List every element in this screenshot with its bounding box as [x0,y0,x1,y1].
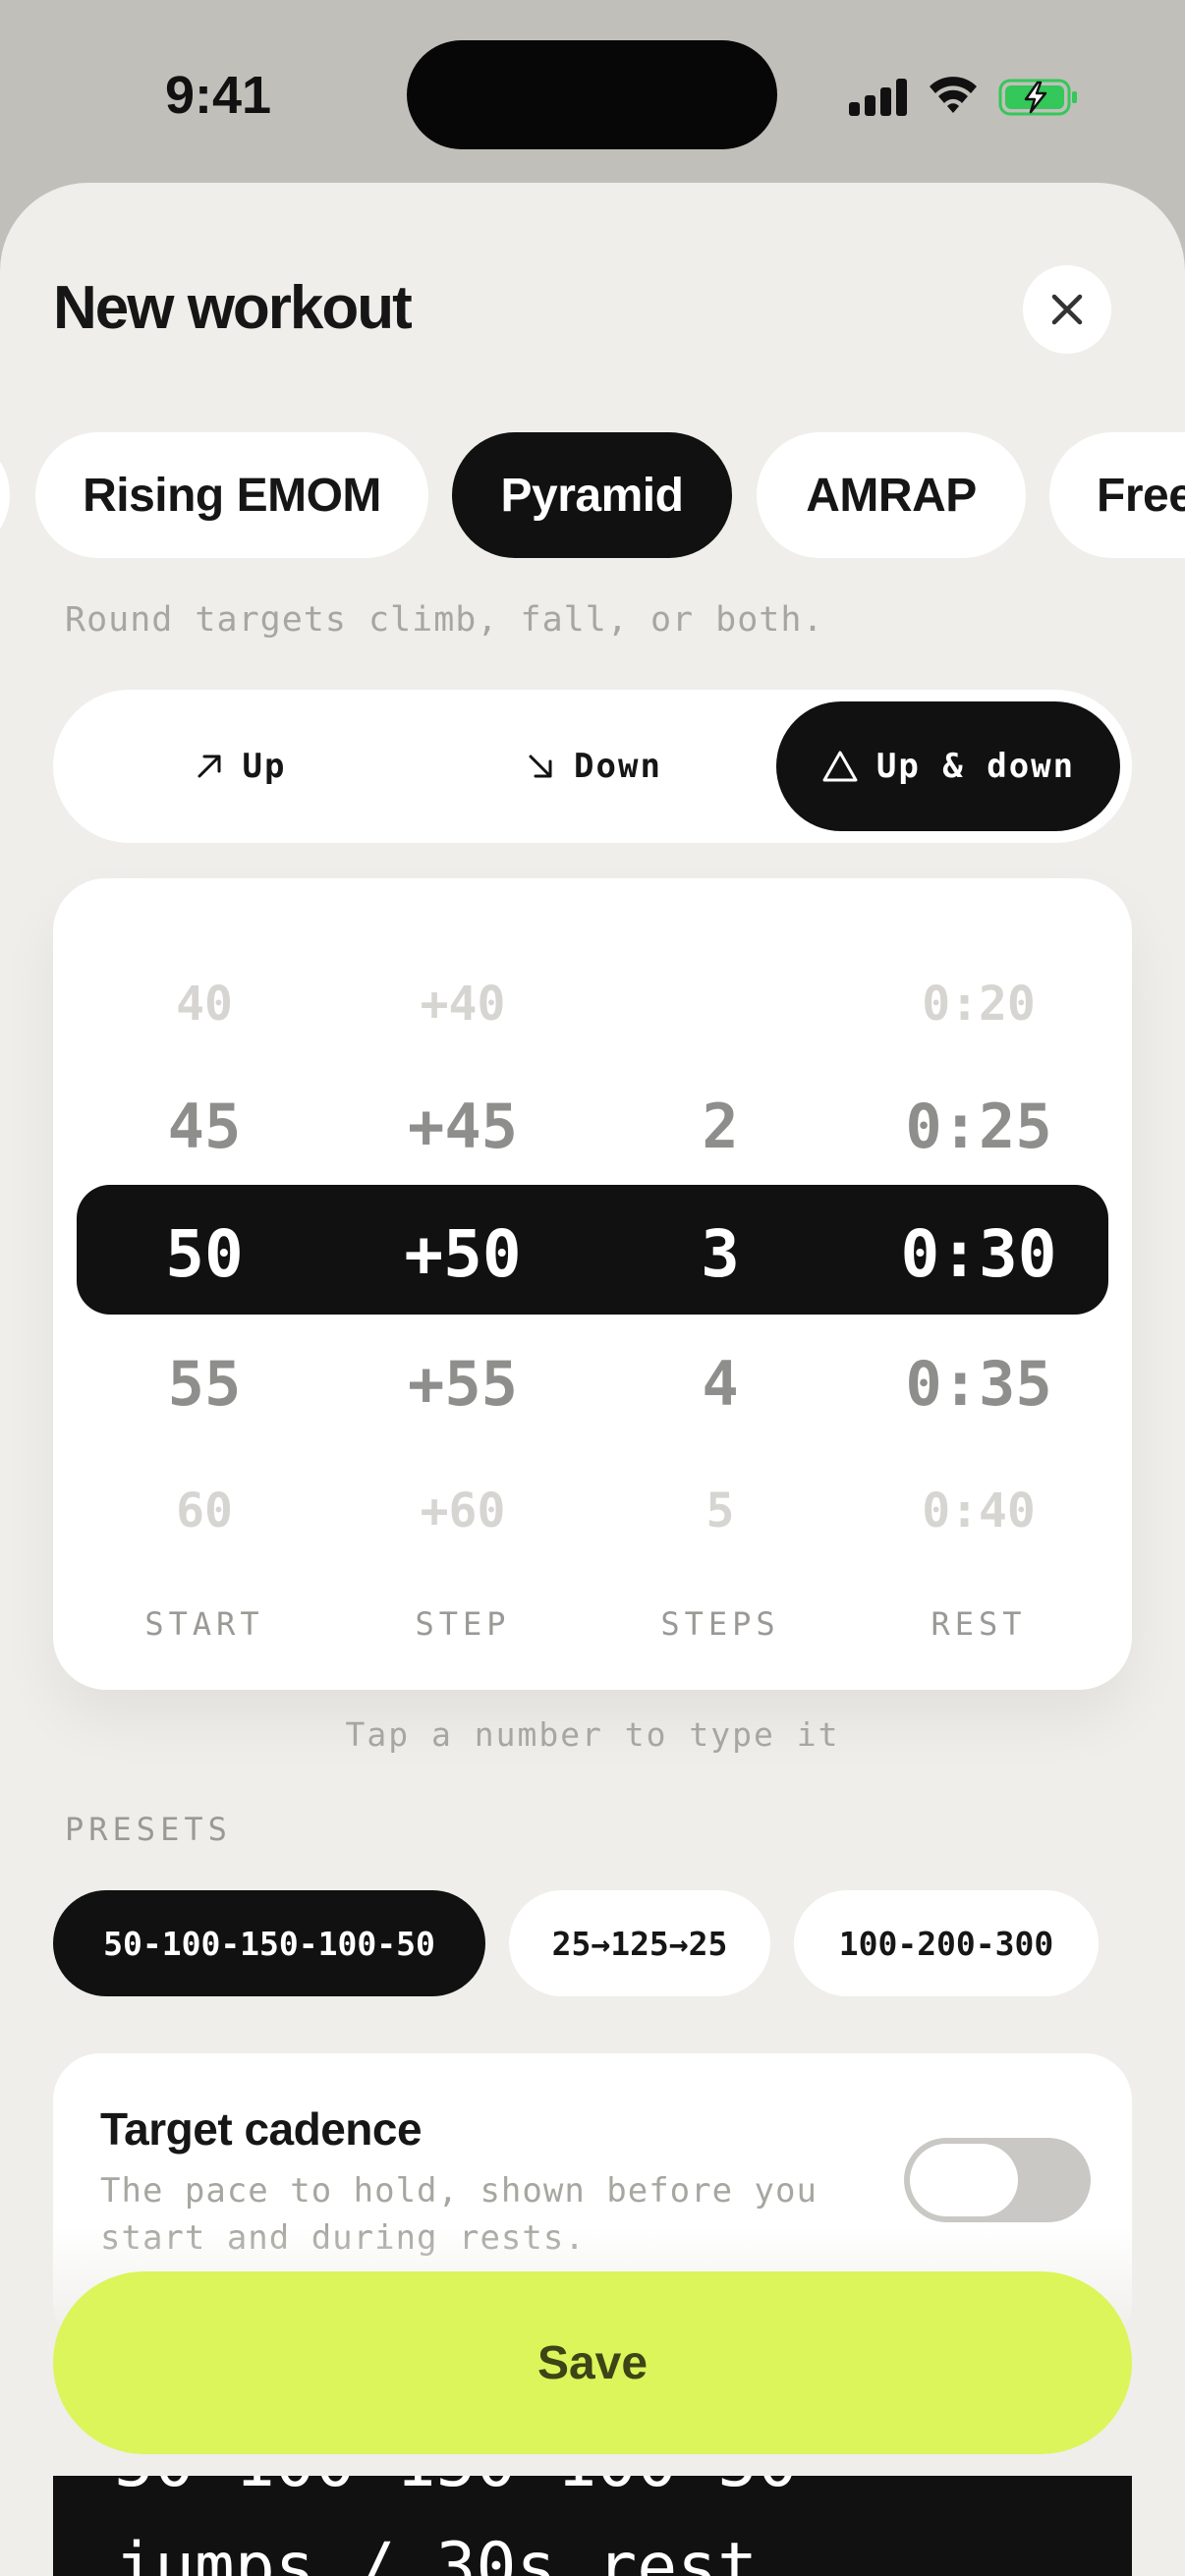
picker-label-start: START [144,1605,264,1643]
presets-label: PRESETS [65,1811,232,1848]
picker-value[interactable]: +60 [350,1484,576,1539]
type-chip-free[interactable]: Free [1049,432,1185,558]
save-button[interactable]: Save [53,2271,1132,2454]
close-button[interactable] [1023,265,1111,354]
wifi-icon [930,77,977,113]
arrow-up-right-icon [198,755,221,778]
new-workout-sheet: New workout Rising EMOM Pyramid AMRAP Fr… [0,183,1185,2576]
battery-charging-icon [998,79,1077,116]
workout-preview: 50-100-150-100-50 jumps / 30s rest [53,2476,1132,2576]
picker-value[interactable]: 0:25 [866,1096,1092,1157]
preset-chip-50-100-150[interactable]: 50-100-150-100-50 [53,1890,485,1996]
picker-value[interactable]: 45 [91,1096,317,1157]
type-chip-amrap[interactable]: AMRAP [757,432,1026,558]
type-chip-pyramid[interactable]: Pyramid [452,432,732,558]
picker-column-rest[interactable]: 0:20 0:25 0:30 0:35 0:40 REST [866,878,1092,1690]
picker-column-steps[interactable]: 2 3 4 5 STEPS [607,878,833,1690]
picker-value[interactable]: 0:35 [866,1354,1092,1415]
direction-down-label: Down [574,747,662,786]
direction-up-down-label: Up & down [875,747,1076,786]
picker-value-selected[interactable]: 0:30 [866,1222,1092,1287]
picker-label-step: STEP [415,1605,511,1643]
cellular-signal-icon [849,79,908,116]
picker-value[interactable]: 4 [607,1354,833,1415]
preview-line: jumps / 30s rest [114,2529,759,2576]
preset-chip-25-125-25[interactable]: 25→125→25 [509,1890,770,1996]
picker-value[interactable]: 55 [91,1354,317,1415]
chip-partial[interactable] [0,432,10,558]
picker-value[interactable]: 40 [91,977,317,1032]
sheet-title: New workout [53,274,413,342]
toggle-knob [910,2144,1018,2216]
direction-up[interactable]: Up [92,701,387,831]
picker-label-rest: REST [931,1605,1027,1643]
direction-up-label: Up [242,747,287,786]
picker-value[interactable]: +55 [350,1354,576,1415]
direction-down[interactable]: Down [446,701,741,831]
direction-up-down[interactable]: Up & down [776,701,1120,831]
picker-value-selected[interactable]: +50 [350,1222,576,1287]
dynamic-island [407,40,777,149]
close-icon [1051,294,1083,325]
type-chip-rising-emom[interactable]: Rising EMOM [35,432,428,558]
status-time: 9:41 [165,66,272,125]
picker-value-selected[interactable]: 50 [91,1222,317,1287]
picker-value[interactable]: 5 [607,1484,833,1539]
picker-value-selected[interactable]: 3 [607,1222,833,1287]
cadence-toggle[interactable] [904,2138,1091,2222]
picker-value[interactable]: 2 [607,1096,833,1157]
picker-value[interactable]: 60 [91,1484,317,1539]
tap-hint: Tap a number to type it [345,1715,840,1754]
pyramid-picker: 40 45 50 55 60 START +40 +45 +50 +55 +60… [53,878,1132,1690]
picker-column-step[interactable]: +40 +45 +50 +55 +60 STEP [350,878,576,1690]
picker-column-start[interactable]: 40 45 50 55 60 START [91,878,317,1690]
picker-value[interactable]: +40 [350,977,576,1032]
triangle-icon [822,751,858,782]
arrow-down-right-icon [529,755,552,778]
picker-value[interactable]: 0:20 [866,977,1092,1032]
cadence-title: Target cadence [100,2103,423,2155]
direction-selector: Up Down Up & down [53,690,1132,843]
picker-value[interactable]: 0:40 [866,1484,1092,1539]
picker-label-steps: STEPS [660,1605,780,1643]
preview-cut-line: 50-100-150-100-50 [114,2476,798,2502]
type-hint: Round targets climb, fall, or both. [65,600,824,640]
picker-value[interactable]: +45 [350,1096,576,1157]
preset-chip-100-200-300[interactable]: 100-200-300 [794,1890,1099,1996]
